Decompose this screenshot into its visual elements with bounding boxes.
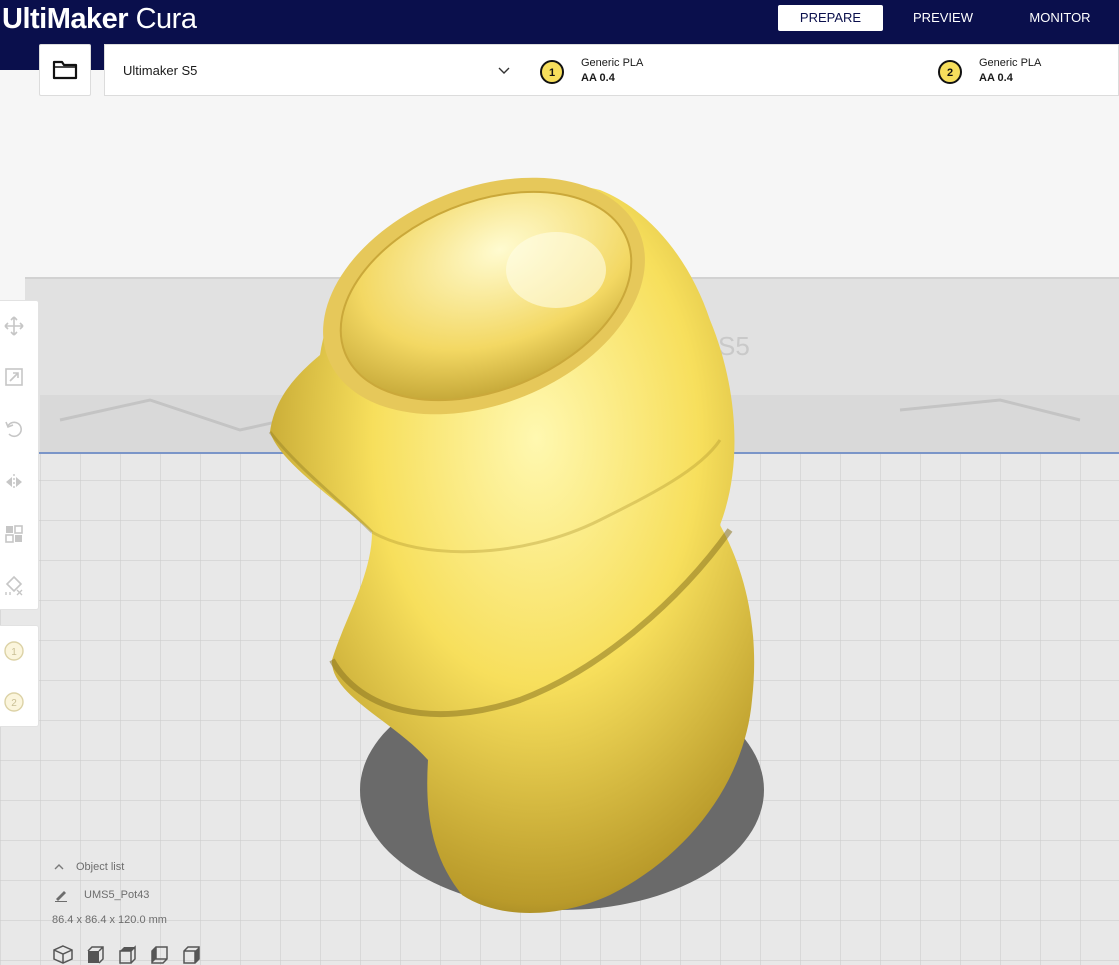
extruder-2-button[interactable]: 2 (1, 689, 27, 715)
rotate-tool[interactable] (1, 416, 27, 442)
scale-tool[interactable] (1, 364, 27, 390)
rotate-icon (5, 421, 22, 438)
logo-product: Cura (135, 3, 197, 35)
right-view-icon[interactable] (180, 944, 202, 965)
extruder-1-config[interactable]: 1 Generic PLA AA 0.4 (537, 45, 837, 97)
tab-monitor[interactable]: MONITOR (1010, 5, 1110, 31)
pencil-icon (55, 891, 67, 902)
mirror-tool[interactable] (1, 469, 27, 495)
print-setup-selector[interactable]: 1 Generic PLA AA 0.4 2 Generic PLA AA 0.… (523, 44, 1119, 96)
object-name-row[interactable]: UMS5_Pot43 (54, 886, 149, 904)
extruder-number: 2 (947, 67, 953, 79)
logo-brand: UltiMaker (2, 3, 129, 35)
app-logo: UltiMaker Cura (2, 2, 197, 36)
extruder-material: Generic PLA (581, 57, 644, 69)
extruder-2-icon: 2 (4, 692, 24, 712)
extruder-material: Generic PLA (979, 57, 1042, 69)
extruder-badge-icon: 1 (540, 60, 564, 84)
object-list-toggle[interactable]: Object list (52, 858, 124, 876)
extruder-1-icon: 1 (4, 641, 24, 661)
extruder-number: 1 (549, 67, 555, 79)
extruder-core: AA 0.4 (979, 72, 1013, 84)
scene-render: S5 (0, 96, 1119, 965)
move-tool[interactable] (1, 313, 27, 339)
chevron-down-icon (498, 67, 510, 74)
view-orientation-controls (52, 944, 202, 965)
per-model-settings-icon (5, 525, 23, 543)
svg-text:1: 1 (11, 647, 17, 658)
move-icon (4, 316, 24, 336)
tool-panel (0, 300, 39, 610)
extruder-1-button[interactable]: 1 (1, 638, 27, 664)
printer-name: Ultimaker S5 (123, 63, 198, 78)
extruder-badge-icon: 2 (938, 60, 962, 84)
object-list-title: Object list (76, 861, 125, 873)
extruder-2-config[interactable]: 2 Generic PLA AA 0.4 (935, 45, 1115, 97)
printer-selector[interactable]: Ultimaker S5 (104, 44, 524, 96)
3d-viewport[interactable]: S5 (0, 96, 1119, 965)
left-view-icon[interactable] (148, 944, 170, 965)
folder-icon (52, 60, 78, 80)
object-name: UMS5_Pot43 (84, 889, 150, 901)
extruder-core: AA 0.4 (581, 72, 615, 84)
top-view-icon[interactable] (116, 944, 138, 965)
per-model-settings-tool[interactable] (1, 521, 27, 547)
chevron-up-icon (54, 864, 64, 870)
tab-prepare[interactable]: PREPARE (778, 5, 883, 31)
support-blocker-tool[interactable] (1, 572, 27, 598)
buildplate-label: S5 (718, 331, 750, 361)
open-file-button[interactable] (39, 44, 91, 96)
extruder-tool-panel: 1 2 (0, 625, 39, 727)
tab-preview[interactable]: PREVIEW (893, 5, 993, 31)
object-dimensions: 86.4 x 86.4 x 120.0 mm (52, 914, 167, 926)
scale-icon (5, 368, 23, 386)
support-blocker-icon (5, 575, 23, 596)
front-view-icon[interactable] (84, 944, 106, 965)
mirror-icon (6, 474, 22, 490)
3d-view-icon[interactable] (52, 944, 74, 965)
svg-text:2: 2 (11, 698, 17, 709)
